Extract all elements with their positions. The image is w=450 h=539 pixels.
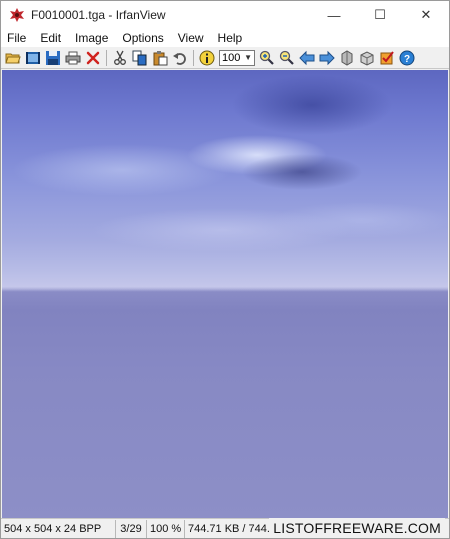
help-icon: ? bbox=[399, 50, 415, 65]
save-icon bbox=[46, 50, 60, 65]
save-button[interactable] bbox=[43, 48, 63, 68]
first-icon bbox=[341, 49, 353, 66]
window-title: F0010001.tga - IrfanView bbox=[31, 8, 166, 22]
menu-view[interactable]: View bbox=[171, 31, 211, 45]
help-button[interactable]: ? bbox=[397, 48, 417, 68]
undo-button[interactable] bbox=[170, 48, 190, 68]
properties-button[interactable] bbox=[377, 48, 397, 68]
slideshow-button[interactable] bbox=[23, 48, 43, 68]
menu-image[interactable]: Image bbox=[68, 31, 115, 45]
print-icon bbox=[65, 51, 81, 64]
zoom-select[interactable]: 100 ▼ bbox=[219, 49, 255, 66]
previous-icon bbox=[299, 50, 315, 65]
image-canvas[interactable] bbox=[2, 70, 448, 518]
delete-button[interactable] bbox=[83, 48, 103, 68]
toolbar: 100 ▼ ? bbox=[1, 47, 449, 69]
last-button[interactable] bbox=[357, 48, 377, 68]
slideshow-icon bbox=[26, 51, 40, 64]
zoom-out-icon bbox=[279, 50, 294, 65]
close-icon: ✕ bbox=[420, 7, 432, 22]
minimize-icon: — bbox=[327, 7, 341, 23]
status-zoom: 100 % bbox=[147, 519, 185, 538]
previous-button[interactable] bbox=[297, 48, 317, 68]
menu-edit[interactable]: Edit bbox=[33, 31, 68, 45]
info-button[interactable] bbox=[197, 48, 217, 68]
watermark-text: LISTOFFREEWARE.COM bbox=[269, 518, 445, 538]
menu-file[interactable]: File bbox=[1, 31, 33, 45]
open-icon bbox=[5, 53, 21, 63]
chevron-down-icon: ▼ bbox=[244, 53, 252, 62]
maximize-button[interactable]: ☐ bbox=[357, 1, 403, 29]
horizon-line bbox=[2, 286, 448, 292]
print-button[interactable] bbox=[63, 48, 83, 68]
copy-button[interactable] bbox=[130, 48, 150, 68]
last-icon bbox=[360, 50, 374, 66]
status-position: 3/29 bbox=[116, 519, 147, 538]
toolbar-separator bbox=[193, 49, 194, 66]
zoom-select-value: 100 bbox=[222, 51, 241, 64]
undo-icon bbox=[173, 52, 186, 65]
cut-icon bbox=[114, 50, 126, 65]
cut-button[interactable] bbox=[110, 48, 130, 68]
irfanview-window: F0010001.tga - IrfanView — ☐ ✕ File Edit… bbox=[0, 0, 450, 539]
properties-icon bbox=[380, 50, 394, 64]
next-button[interactable] bbox=[317, 48, 337, 68]
status-dimensions: 504 x 504 x 24 BPP bbox=[1, 519, 116, 538]
title-bar[interactable]: F0010001.tga - IrfanView — ☐ ✕ bbox=[1, 1, 449, 29]
first-button[interactable] bbox=[337, 48, 357, 68]
irfanview-app-icon bbox=[10, 8, 24, 22]
menu-help[interactable]: Help bbox=[211, 31, 250, 45]
info-icon bbox=[199, 50, 215, 65]
paste-button[interactable] bbox=[150, 48, 170, 68]
zoom-out-button[interactable] bbox=[277, 48, 297, 68]
menu-bar: File Edit Image Options View Help bbox=[1, 29, 449, 47]
close-button[interactable]: ✕ bbox=[403, 1, 449, 29]
open-button[interactable] bbox=[3, 48, 23, 68]
paste-icon bbox=[153, 50, 168, 65]
copy-icon bbox=[132, 50, 147, 65]
menu-options[interactable]: Options bbox=[115, 31, 170, 45]
maximize-icon: ☐ bbox=[374, 7, 386, 22]
next-icon bbox=[319, 50, 335, 65]
zoom-in-button[interactable] bbox=[257, 48, 277, 68]
minimize-button[interactable]: — bbox=[311, 1, 357, 29]
zoom-in-icon bbox=[259, 50, 274, 65]
delete-icon bbox=[86, 51, 100, 64]
svg-text:?: ? bbox=[404, 54, 410, 65]
toolbar-separator bbox=[106, 49, 107, 66]
